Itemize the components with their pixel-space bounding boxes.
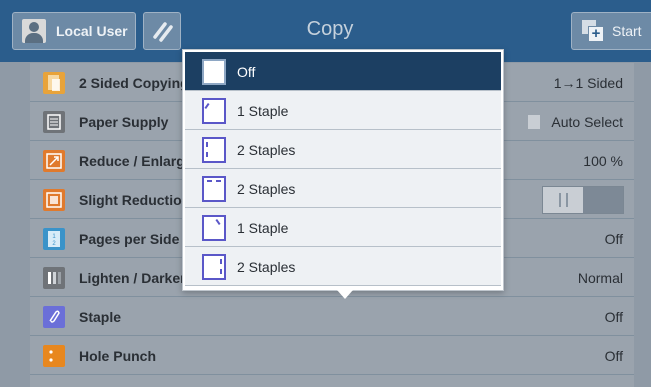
feature-label: Pages per Side: [79, 231, 180, 247]
paper-tray-icon: [527, 114, 542, 130]
option-label: Off: [237, 64, 256, 80]
staple-option-1-staple-top-right[interactable]: 1 Staple: [185, 208, 501, 247]
staple-option-2-staples-top[interactable]: 2 Staples: [185, 169, 501, 208]
option-label: 2 Staples: [237, 142, 296, 158]
feature-label: 2 Sided Copying: [79, 75, 189, 91]
dropdown-pointer: [337, 290, 353, 299]
staple-top-right-icon: [202, 215, 226, 241]
staple-option-1-staple-top-left[interactable]: 1 Staple: [185, 91, 501, 130]
feature-value: Auto Select: [527, 114, 623, 130]
start-label: Start: [612, 23, 642, 39]
feature-value: 100 %: [583, 153, 623, 169]
staple-option-2-staples-left[interactable]: 2 Staples: [185, 130, 501, 169]
toggle-grip-icon: [559, 193, 568, 207]
option-label: 2 Staples: [237, 259, 296, 275]
feature-label: Hole Punch: [79, 348, 157, 364]
reduce-enlarge-icon: [43, 150, 65, 172]
slight-reduction-toggle[interactable]: [542, 186, 624, 214]
option-label: 1 Staple: [237, 220, 289, 236]
hole-punch-icon: [43, 345, 65, 367]
feature-value-text: Auto Select: [551, 114, 623, 130]
start-button[interactable]: + Start: [571, 12, 651, 50]
staple-top-two-icon: [202, 176, 226, 202]
staple-right-two-icon: [202, 254, 226, 280]
feature-row-hole-punch[interactable]: Hole Punch Off: [30, 336, 634, 375]
staple-top-left-icon: [202, 98, 226, 124]
user-label: Local User: [56, 23, 128, 39]
option-label: 1 Staple: [237, 103, 289, 119]
staple-option-off[interactable]: Off: [185, 52, 501, 91]
lighten-darken-icon: [43, 267, 65, 289]
tools-button[interactable]: [143, 12, 181, 50]
feature-value: Off: [604, 309, 623, 325]
user-icon: [22, 19, 46, 43]
option-label: 2 Staples: [237, 181, 296, 197]
slight-reduction-icon: [43, 189, 65, 211]
feature-row-staple[interactable]: Staple Off: [30, 297, 634, 336]
staple-options-dropdown: Off 1 Staple 2 Staples 2 Staples 1 Stapl…: [182, 49, 504, 291]
page-title: Copy: [306, 18, 354, 40]
feature-value: Off: [604, 348, 623, 364]
staple-left-two-icon: [202, 137, 226, 163]
feature-value: Normal: [577, 270, 623, 286]
paper-supply-icon: [43, 111, 65, 133]
staple-icon: [43, 306, 65, 328]
feature-value: 1→1 Sided: [553, 75, 623, 91]
feature-label: Staple: [79, 309, 122, 325]
local-user-button[interactable]: Local User: [12, 12, 136, 50]
tools-icon: [153, 22, 173, 42]
feature-label: Lighten / Darken: [79, 270, 189, 286]
two-sided-icon: [43, 72, 65, 94]
staple-off-icon: [202, 59, 226, 85]
feature-value: Off: [604, 231, 623, 247]
pages-per-side-icon: 12: [43, 228, 65, 250]
feature-label: Reduce / Enlarge: [79, 153, 193, 169]
copy-start-icon: +: [582, 20, 604, 42]
feature-label: Paper Supply: [79, 114, 169, 130]
feature-label: Slight Reduction: [79, 192, 191, 208]
staple-option-2-staples-right[interactable]: 2 Staples: [185, 247, 501, 286]
